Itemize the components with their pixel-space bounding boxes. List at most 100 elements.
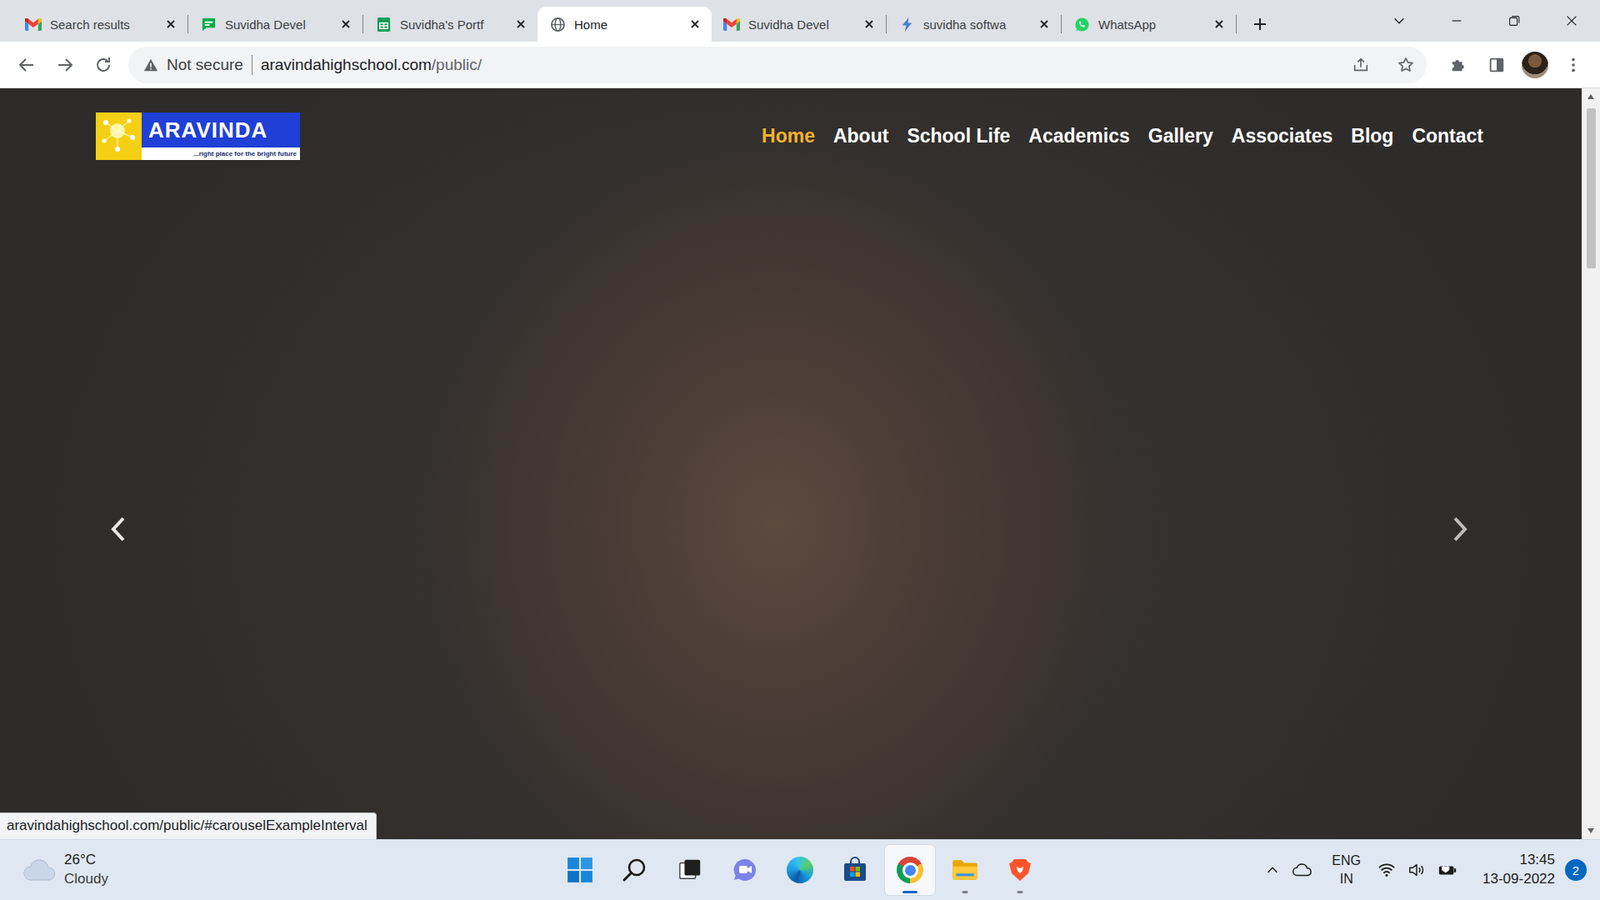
tab-separator (187, 15, 189, 34)
scroll-up-icon[interactable] (1586, 93, 1595, 100)
tab-title: Suvidha Devel (748, 17, 855, 32)
browser-tab[interactable]: Suvidha Devel (188, 6, 363, 42)
forward-button[interactable] (48, 48, 82, 82)
menu-button[interactable] (1556, 48, 1590, 82)
close-icon[interactable] (1037, 17, 1051, 31)
globe-icon (550, 16, 566, 33)
tab-search-button[interactable] (1370, 0, 1428, 42)
onedrive-cloud-icon[interactable] (1291, 861, 1314, 879)
edge-icon (786, 856, 814, 884)
taskbar-app[interactable] (665, 845, 715, 895)
security-label[interactable]: Not secure (166, 55, 244, 75)
page-content: ARAVINDA...right place for the bright fu… (0, 88, 1600, 840)
tab-separator (1235, 15, 1237, 34)
side-panel-button[interactable] (1480, 48, 1514, 82)
taskbar-app[interactable] (775, 845, 825, 895)
tab-title: Home (574, 17, 680, 32)
favicon (549, 15, 566, 33)
extensions-button[interactable] (1441, 48, 1475, 82)
browser-tab[interactable]: suvidha softwa (886, 6, 1061, 42)
browser-tab[interactable]: Home (537, 6, 712, 42)
url-text[interactable]: aravindahighschool.com/public/ (260, 55, 482, 75)
taskbar-app[interactable] (720, 845, 770, 895)
quick-settings[interactable] (1377, 861, 1458, 879)
close-icon[interactable] (1212, 17, 1226, 31)
tab-title: Suvidha's Portf (400, 17, 506, 32)
taskbar-app[interactable] (995, 845, 1045, 895)
warning-icon (143, 57, 159, 73)
kebab-menu-icon (1564, 55, 1583, 75)
close-icon[interactable] (339, 17, 353, 31)
menu-item[interactable]: Home (761, 125, 815, 148)
reload-icon (93, 55, 114, 75)
close-icon (1564, 13, 1580, 29)
browser-tab[interactable]: WhatsApp (1061, 6, 1236, 42)
taskbar-app[interactable] (940, 845, 990, 895)
previous-slide-button[interactable] (101, 512, 135, 546)
address-bar[interactable]: Not secure aravindahighschool.com/public/ (128, 46, 1427, 84)
tab-list: Search results Suvidha Devel Suvidha's Por… (0, 6, 1277, 42)
taskbar-app[interactable] (610, 845, 660, 895)
clock[interactable]: 13:4513-09-2022 (1482, 850, 1555, 890)
whatsapp-icon (1074, 16, 1090, 33)
tab-title: Suvidha Devel (225, 17, 331, 32)
close-icon[interactable] (862, 17, 876, 31)
weather-widget[interactable]: 26°CCloudy (0, 850, 555, 890)
bolt-icon (899, 16, 915, 33)
scrollbar[interactable] (1581, 88, 1600, 840)
menu-item[interactable]: Blog (1350, 125, 1394, 148)
back-button[interactable] (10, 48, 44, 82)
menu-item[interactable]: Contact (1411, 125, 1484, 148)
share-icon[interactable] (1351, 55, 1370, 75)
browser-tab[interactable]: Suvidha Devel (711, 6, 886, 42)
battery-charging-icon (1437, 861, 1458, 879)
minimize-button[interactable] (1427, 0, 1485, 42)
star-icon[interactable] (1396, 55, 1415, 75)
close-icon[interactable] (688, 17, 702, 31)
hero-carousel: ARAVINDA...right place for the bright fu… (0, 88, 1582, 840)
taskbar-app[interactable] (830, 845, 880, 895)
taskbar-app[interactable] (555, 845, 605, 895)
close-window-button[interactable] (1542, 0, 1600, 42)
notification-badge[interactable]: 2 (1565, 859, 1587, 881)
menu-item[interactable]: Gallery (1148, 125, 1214, 148)
profile-button[interactable] (1518, 48, 1552, 82)
school-logo[interactable]: ARAVINDA...right place for the bright fu… (95, 112, 300, 160)
scroll-thumb[interactable] (1586, 108, 1596, 269)
browser-tab[interactable]: Suvidha's Portf (363, 6, 538, 42)
windows-start-icon (565, 855, 595, 885)
close-icon[interactable] (514, 17, 528, 31)
browser-tab[interactable]: Search results (13, 6, 188, 42)
favicon (200, 15, 217, 33)
favicon (375, 15, 392, 33)
scroll-down-icon[interactable] (1586, 827, 1595, 835)
tab-title: Search results (50, 17, 156, 32)
favicon (25, 15, 42, 33)
running-indicator (902, 890, 918, 894)
tab-separator (885, 15, 887, 34)
menu-item[interactable]: Academics (1028, 125, 1130, 148)
restore-button[interactable] (1485, 0, 1543, 42)
menu-item[interactable]: Associates (1231, 125, 1333, 148)
tab-title: WhatsApp (1098, 17, 1205, 32)
reload-button[interactable] (86, 48, 120, 82)
task-view-icon (677, 857, 703, 883)
close-icon[interactable] (164, 17, 178, 31)
menu-item[interactable]: About (833, 125, 889, 148)
link-status-bubble: aravindahighschool.com/public/#carouselE… (0, 812, 377, 840)
new-tab-button[interactable] (1243, 9, 1277, 40)
favicon (1073, 15, 1090, 33)
language-indicator[interactable]: ENGIN (1331, 851, 1361, 888)
tab-strip: Search results Suvidha Devel Suvidha's Por… (0, 0, 1600, 42)
folder-icon (950, 855, 980, 885)
chat-icon (200, 16, 217, 33)
taskbar-app[interactable] (885, 845, 935, 895)
next-slide-button[interactable] (1443, 512, 1477, 546)
toolbar: Not secure aravindahighschool.com/public/ (0, 41, 1600, 89)
plus-icon (1251, 15, 1269, 33)
menu-item[interactable]: School Life (906, 125, 1010, 148)
chevron-up-icon[interactable] (1265, 862, 1280, 878)
time: 13:45 (1519, 850, 1555, 870)
logo-sun-icon (95, 112, 142, 160)
avatar-icon (1521, 51, 1549, 79)
